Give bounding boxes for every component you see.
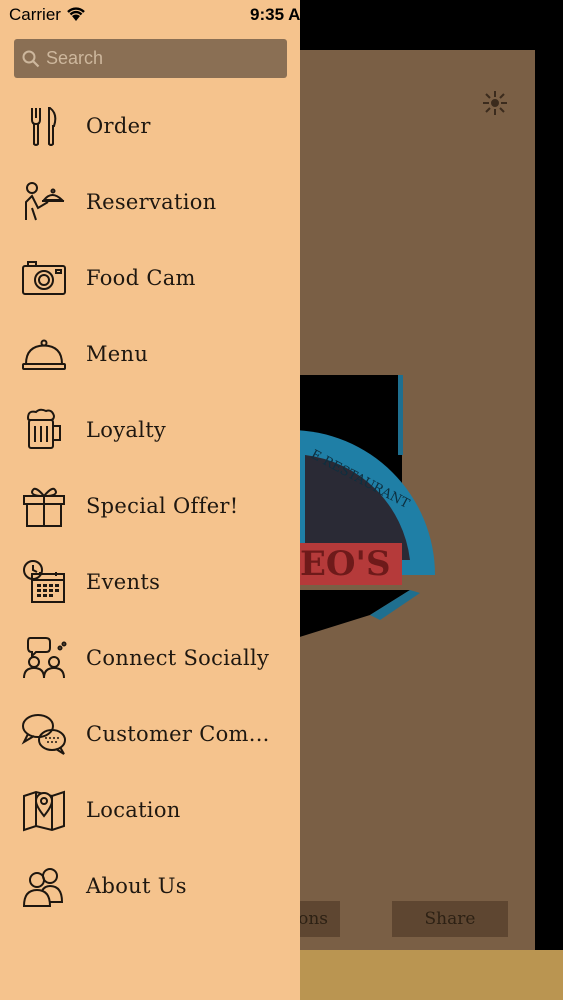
users-icon bbox=[20, 862, 68, 910]
background-button-partial[interactable]: ons bbox=[298, 901, 340, 937]
camera-icon bbox=[20, 254, 68, 302]
menu-item-order[interactable]: Order bbox=[0, 88, 300, 164]
map-pin-icon bbox=[20, 786, 68, 834]
sparkle-icon[interactable] bbox=[480, 88, 510, 118]
menu-item-connect-socially[interactable]: Connect Socially bbox=[0, 620, 300, 696]
menu-item-label: Loyalty bbox=[86, 418, 167, 442]
carrier-label: Carrier bbox=[9, 5, 61, 24]
search-bar[interactable] bbox=[14, 39, 287, 78]
search-input[interactable] bbox=[46, 48, 276, 69]
wifi-icon bbox=[67, 7, 85, 21]
gift-icon bbox=[20, 482, 68, 530]
beer-mug-icon bbox=[20, 406, 68, 454]
menu-item-food-cam[interactable]: Food Cam bbox=[0, 240, 300, 316]
menu-item-menu[interactable]: Menu bbox=[0, 316, 300, 392]
menu-item-label: Special Offer! bbox=[86, 494, 239, 518]
menu-item-label: Events bbox=[86, 570, 161, 594]
menu-item-label: Menu bbox=[86, 342, 149, 366]
logo-name-text: EO'S bbox=[300, 544, 391, 584]
fork-knife-icon bbox=[20, 102, 68, 150]
menu-item-about-us[interactable]: About Us bbox=[0, 848, 300, 924]
menu-item-label: Connect Socially bbox=[86, 646, 270, 670]
menu-item-events[interactable]: Events bbox=[0, 544, 300, 620]
menu-item-customer-comments[interactable]: Customer Com... bbox=[0, 696, 300, 772]
calendar-clock-icon bbox=[20, 558, 68, 606]
menu-item-label: Location bbox=[86, 798, 181, 822]
share-button[interactable]: Share bbox=[392, 901, 508, 937]
menu-item-loyalty[interactable]: Loyalty bbox=[0, 392, 300, 468]
menu-item-label: Reservation bbox=[86, 190, 217, 214]
menu-item-label: Food Cam bbox=[86, 266, 196, 290]
menu-item-label: Order bbox=[86, 114, 151, 138]
menu-item-special-offer[interactable]: Special Offer! bbox=[0, 468, 300, 544]
menu-item-label: About Us bbox=[86, 874, 187, 898]
status-time: 9:35 A bbox=[250, 5, 301, 24]
search-icon bbox=[22, 50, 40, 67]
menu-item-reservation[interactable]: Reservation bbox=[0, 164, 300, 240]
cloche-icon bbox=[20, 330, 68, 378]
menu-item-location[interactable]: Location bbox=[0, 772, 300, 848]
menu-item-label: Customer Com... bbox=[86, 722, 270, 746]
speech-bubbles-icon bbox=[20, 710, 68, 758]
side-drawer: Order Reservation Food Cam bbox=[0, 0, 300, 1000]
people-chat-icon bbox=[20, 634, 68, 682]
waiter-icon bbox=[20, 178, 68, 226]
